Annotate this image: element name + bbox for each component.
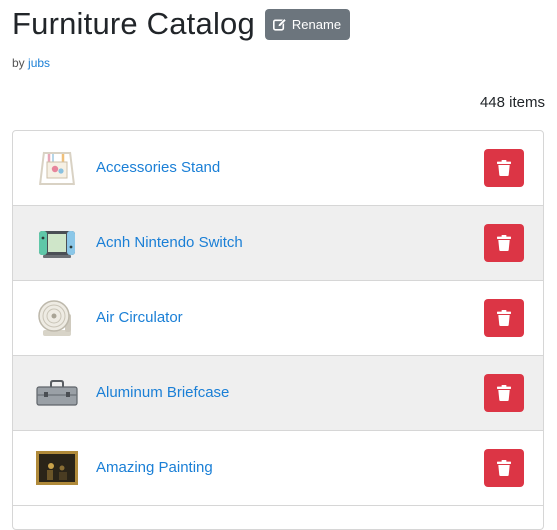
item-link[interactable]: Air Circulator — [96, 281, 183, 355]
item-link[interactable]: Accessories Stand — [96, 131, 220, 205]
list-item: Air Circulator — [13, 281, 543, 356]
nintendo-switch-icon — [39, 231, 75, 258]
trash-icon — [497, 460, 511, 476]
trash-icon — [497, 160, 511, 176]
item-link[interactable]: Amazing Painting — [96, 431, 213, 505]
briefcase-icon — [36, 380, 78, 406]
list-item: Acnh Nintendo Switch — [13, 206, 543, 281]
delete-button[interactable] — [484, 149, 524, 187]
item-link[interactable]: Aluminum Briefcase — [96, 356, 229, 430]
item-link[interactable]: Acnh Nintendo Switch — [96, 206, 243, 280]
trash-icon — [497, 235, 511, 251]
list-item: Amazing Painting — [13, 431, 543, 506]
list-item: Accessories Stand — [13, 131, 543, 206]
delete-button[interactable] — [484, 224, 524, 262]
item-count: 448 items — [479, 94, 545, 111]
header: Furniture Catalog Rename — [12, 4, 351, 44]
byline: by jubs — [12, 56, 50, 70]
trash-icon — [497, 385, 511, 401]
rename-button[interactable]: Rename — [264, 8, 351, 40]
rename-label: Rename — [291, 16, 342, 32]
accessories-stand-icon — [39, 151, 75, 186]
by-label: by — [12, 56, 25, 70]
author-link[interactable]: jubs — [28, 56, 50, 70]
air-circulator-icon — [38, 300, 71, 336]
trash-icon — [497, 310, 511, 326]
item-list: Accessories Stand Acnh Nintendo Switch A… — [12, 130, 544, 530]
delete-button[interactable] — [484, 374, 524, 412]
painting-icon — [36, 451, 78, 485]
delete-button[interactable] — [484, 449, 524, 487]
page-title: Furniture Catalog — [12, 6, 255, 41]
list-item: Aluminum Briefcase — [13, 356, 543, 431]
delete-button[interactable] — [484, 299, 524, 337]
edit-icon — [272, 17, 287, 31]
